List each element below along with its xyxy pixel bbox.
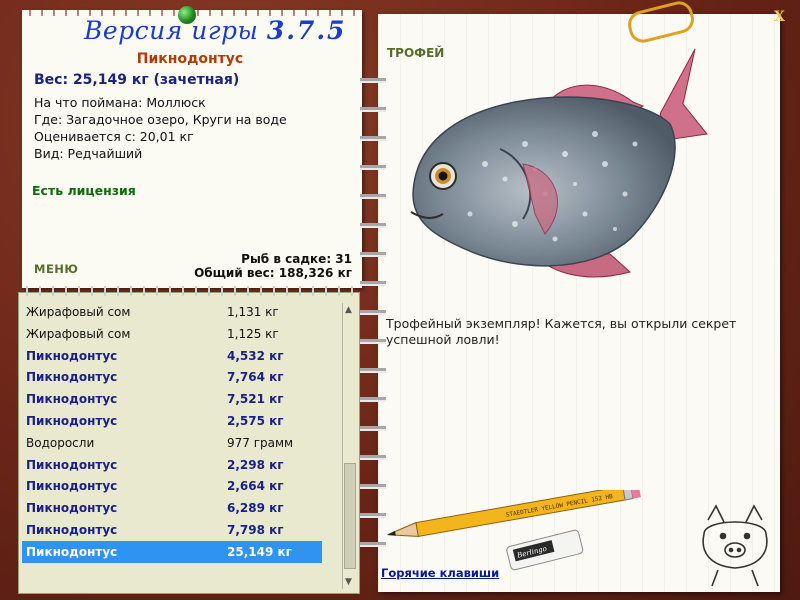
catch-fish-weight: 4,532 кг [227,348,284,363]
trophy-caption: Трофейный экземпляр! Кажется, вы открыли… [386,316,737,347]
catch-list-row[interactable]: Пикнодонтус 2,575 кг [22,410,322,432]
catch-fish-name: Пикнодонтус [26,457,118,472]
notebook-spiral [360,60,386,560]
catch-fish-weight: 2,664 кг [227,479,284,494]
catch-fish-weight: 7,521 кг [227,392,284,407]
eraser-icon: Berlingo [506,529,584,571]
license-status: Есть лицензия [32,183,136,198]
catch-list-row[interactable]: Жирафовый сом 1,131 кг [22,301,322,323]
catch-location: Где: Загадочное озеро, Круги на воде [34,112,287,127]
catch-list-row[interactable]: Пикнодонтус 6,289 кг [22,497,322,519]
catch-fish-weight: 1,125 кг [227,326,279,341]
keepnet-count: Рыб в садке: 31 [241,252,352,266]
pin-icon [178,6,196,24]
trophy-fish-image [410,48,708,278]
catch-fish-name: Пикнодонтус [26,523,118,537]
hotkeys-link[interactable]: Горячие клавиши [381,566,499,580]
catch-fish-name: Водоросли [26,435,95,450]
catch-list-row[interactable]: Пикнодонтус 7,764 кг [22,366,322,388]
valued-from: Оценивается с: 20,01 кг [34,129,194,144]
scroll-thumb[interactable] [344,463,356,569]
catch-fish-name: Пикнодонтус [26,392,118,407]
catch-fish-weight: 7,798 кг [227,523,284,537]
catch-list-row[interactable]: Водоросли 977 грамм [22,432,322,454]
catch-list-row[interactable]: Пикнодонтус 4,532 кг [22,345,322,367]
catch-list-row[interactable]: Пикнодонтус 2,298 кг [22,454,322,476]
catch-fish-weight: 25,149 кг [227,544,292,559]
catch-list-row[interactable]: Пикнодонтус 2,664 кг [22,475,322,497]
catch-fish-weight: 6,289 кг [227,501,284,516]
scroll-up-icon[interactable]: ▲ [345,305,352,315]
fish-weight: Вес: 25,149 кг (зачетная) [34,72,240,88]
game-version: Версия игры 3.7.5 [84,16,346,45]
scroll-down-icon[interactable]: ▼ [345,577,352,587]
version-number: 3.7.5 [266,16,347,45]
pig-logo-icon [702,504,768,587]
catch-fish-weight: 2,575 кг [227,414,284,428]
catch-fish-weight: 977 грамм [227,435,294,450]
version-prefix: Версия игры [84,16,259,45]
catch-fish-name: Пикнодонтус [26,501,118,516]
catch-fish-name: Жирафовый сом [26,305,131,319]
catch-fish-weight: 1,131 кг [227,305,279,319]
menu-button[interactable]: МЕНЮ [34,262,78,276]
fish-name: Пикнодонтус [136,51,244,67]
catch-fish-weight: 2,298 кг [227,457,284,472]
catch-list-row[interactable]: Жирафовый сом 1,125 кг [22,323,322,345]
catch-fish-name: Пикнодонтус [26,479,118,494]
catch-list-row[interactable]: Пикнодонтус 25,149 кг [22,540,322,563]
catch-list[interactable]: Жирафовый сом 1,131 кг Жирафовый сом 1,125 … [18,292,360,594]
fish-kind: Вид: Редчайший [34,146,143,161]
catch-list-row[interactable]: Пикнодонтус 7,521 кг [22,388,322,410]
close-icon[interactable]: X [774,9,785,25]
catch-fish-name: Жирафовый сом [26,326,131,341]
list-binding-rings [18,286,358,296]
list-scrollbar[interactable]: ▲ ▼ [342,303,357,589]
caught-on: На что поймана: Моллюск [34,95,206,110]
catch-fish-name: Пикнодонтус [26,370,118,385]
total-weight: Общий вес: 188,326 кг [194,266,352,280]
catch-fish-weight: 7,764 кг [227,370,284,385]
catch-fish-name: Пикнодонтус [26,544,118,559]
catch-fish-name: Пикнодонтус [26,348,118,363]
catch-fish-name: Пикнодонтус [26,414,118,428]
catch-list-row[interactable]: Пикнодонтус 7,798 кг [22,519,322,541]
